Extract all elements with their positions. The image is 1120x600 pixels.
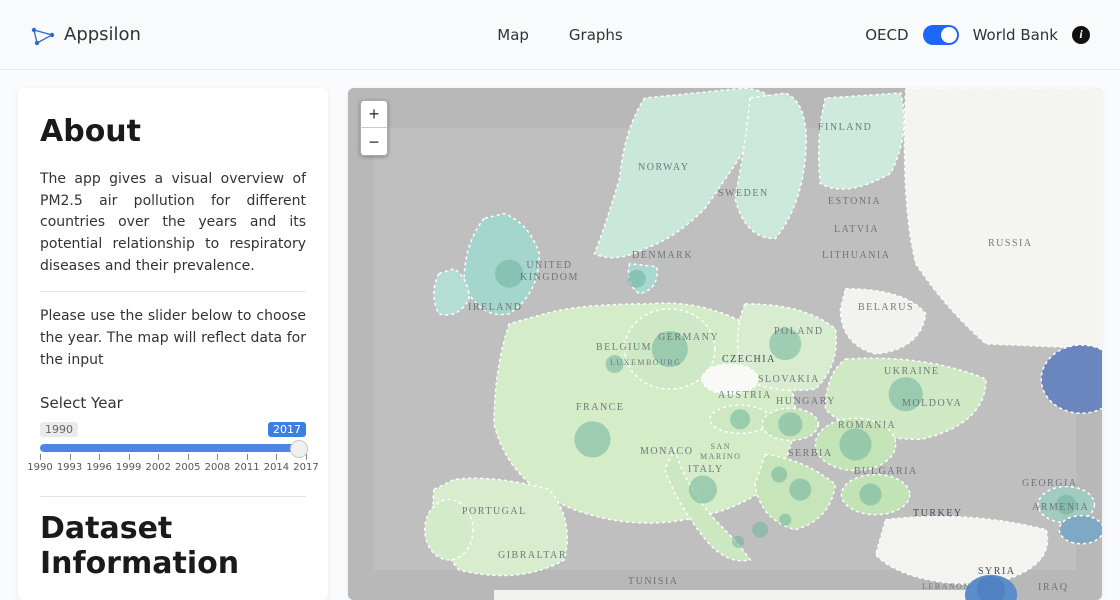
slider-min-pill: 1990 xyxy=(40,422,78,437)
year-slider[interactable]: 1990 2017 199019931996199920022005200820… xyxy=(40,422,306,468)
about-paragraph-2: Please use the slider below to choose th… xyxy=(40,306,306,371)
slider-tick-label: 2011 xyxy=(234,462,259,473)
slider-tick-label: 2017 xyxy=(293,462,318,473)
zoom-in-button[interactable]: + xyxy=(360,100,388,128)
slider-tick-label: 1996 xyxy=(86,462,111,473)
brand-logo[interactable]: Appsilon xyxy=(30,22,141,48)
about-heading: About xyxy=(40,114,306,149)
main-nav: Map Graphs xyxy=(497,26,622,44)
slider-tick-label: 2002 xyxy=(145,462,170,473)
slider-tick-label: 2005 xyxy=(175,462,200,473)
data-source-toggle[interactable] xyxy=(923,25,959,45)
source-label-worldbank: World Bank xyxy=(973,26,1058,44)
nav-map[interactable]: Map xyxy=(497,26,529,44)
slider-tick-label: 1990 xyxy=(27,462,52,473)
zoom-controls: + − xyxy=(360,100,388,156)
map-svg[interactable] xyxy=(348,88,1102,600)
nav-graphs[interactable]: Graphs xyxy=(569,26,623,44)
brand-text: Appsilon xyxy=(64,24,141,45)
info-icon[interactable]: i xyxy=(1072,26,1090,44)
slider-current-pill: 2017 xyxy=(268,422,306,437)
dataset-heading: Dataset Information xyxy=(40,511,306,581)
source-label-oecd: OECD xyxy=(865,26,908,44)
slider-label: Select Year xyxy=(40,394,306,412)
slider-ticks: 1990199319961999200220052008201120142017 xyxy=(40,454,306,480)
map-container[interactable]: + − FINLAND NORWAY SWEDEN ESTONIA LATVIA… xyxy=(348,88,1102,600)
slider-tick-label: 2014 xyxy=(264,462,289,473)
app-header: Appsilon Map Graphs OECD World Bank i xyxy=(0,0,1120,70)
slider-tick-label: 1999 xyxy=(116,462,141,473)
slider-tick-label: 2008 xyxy=(205,462,230,473)
sidebar: About The app gives a visual overview of… xyxy=(18,88,328,600)
header-right: OECD World Bank i xyxy=(865,25,1090,45)
divider xyxy=(40,496,306,497)
divider xyxy=(40,291,306,292)
logo-icon xyxy=(30,22,56,48)
zoom-out-button[interactable]: − xyxy=(360,128,388,156)
slider-track[interactable] xyxy=(40,444,306,452)
about-paragraph-1: The app gives a visual overview of PM2.5… xyxy=(40,169,306,277)
slider-tick-label: 1993 xyxy=(57,462,82,473)
